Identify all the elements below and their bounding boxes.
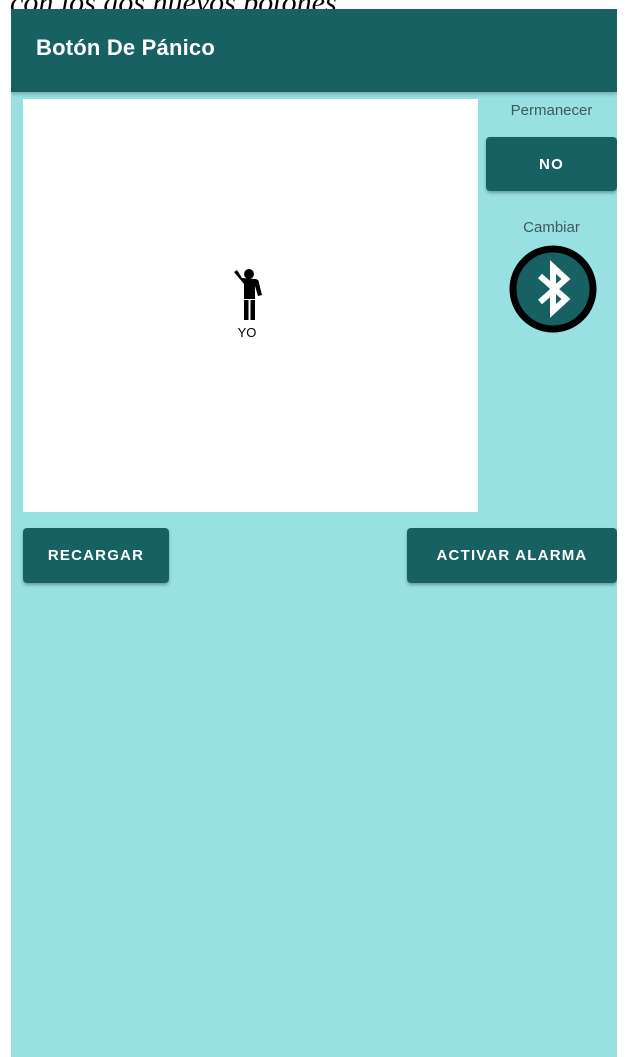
reload-button[interactable]: RECARGAR (23, 528, 169, 583)
person-waving-icon (234, 269, 262, 320)
permanecer-toggle-button[interactable]: NO (486, 137, 617, 191)
user-location-marker[interactable]: YO (224, 269, 270, 340)
bluetooth-button[interactable] (509, 245, 597, 333)
cambiar-label: Cambiar (523, 219, 580, 236)
activate-alarm-button[interactable]: ACTIVAR ALARMA (407, 528, 617, 583)
marker-label: YO (237, 325, 257, 340)
bluetooth-icon (509, 245, 597, 333)
app-bar: Botón De Pánico (11, 9, 617, 92)
permanecer-label: Permanecer (510, 102, 593, 119)
app-title: Botón De Pánico (36, 35, 216, 60)
app-screen: Botón De Pánico YO Permanecer NO Cambiar… (11, 9, 617, 1057)
map-view[interactable]: YO (23, 99, 478, 512)
